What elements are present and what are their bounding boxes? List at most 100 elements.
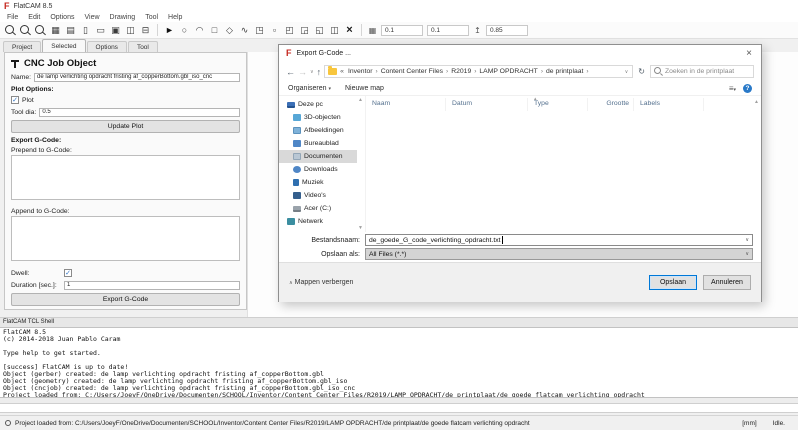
- menu-item[interactable]: Edit: [23, 14, 45, 21]
- filename-dropdown-icon[interactable]: ∨: [745, 237, 749, 243]
- save-project-icon[interactable]: ▣: [108, 24, 123, 37]
- scroll-up-icon[interactable]: ▲: [358, 97, 363, 103]
- delete-icon[interactable]: ×: [342, 24, 357, 37]
- chevron-right-icon[interactable]: ›: [585, 68, 589, 75]
- tree-item[interactable]: Muziek: [279, 176, 357, 189]
- filename-input[interactable]: de_goede_G_code_verlichting_opdracht.txt…: [365, 234, 753, 246]
- saveas-select[interactable]: All Files (*.*) ∨: [365, 248, 753, 260]
- zoom-level-input[interactable]: 0.85: [486, 25, 528, 36]
- breadcrumb-item[interactable]: LAMP OPDRACHT: [477, 68, 539, 75]
- draw-toolbar: ►○◠□◇∿◳▫◰◲◱◫×: [162, 24, 357, 37]
- column-header[interactable]: Datum: [446, 98, 528, 111]
- address-dropdown-icon[interactable]: ∨: [625, 69, 630, 75]
- scroll-down-icon[interactable]: ▼: [358, 225, 363, 231]
- recent-locations-icon[interactable]: ∨: [310, 67, 314, 77]
- join-tool-icon[interactable]: ◫: [327, 24, 342, 37]
- name-input[interactable]: [34, 73, 240, 82]
- search-input[interactable]: [665, 68, 754, 75]
- zoom-fit-icon[interactable]: [3, 24, 18, 37]
- tab-project[interactable]: Project: [3, 41, 41, 52]
- union-tool-icon[interactable]: ◰: [282, 24, 297, 37]
- subtract-tool-icon[interactable]: ◲: [297, 24, 312, 37]
- tree-item[interactable]: Bureaublad: [279, 137, 357, 150]
- grid-x-input[interactable]: 0.1: [381, 25, 423, 36]
- menu-item[interactable]: Tool: [140, 14, 163, 21]
- tool-dia-input[interactable]: [39, 108, 240, 117]
- breadcrumb-item[interactable]: Content Center Files: [379, 68, 445, 75]
- tree-item[interactable]: Acer (C:): [279, 202, 357, 215]
- shell-command-input[interactable]: [0, 403, 798, 413]
- tree-item[interactable]: Deze pc: [279, 98, 357, 111]
- replot-icon[interactable]: ▦: [48, 24, 63, 37]
- copy-object-icon[interactable]: ◳: [252, 24, 267, 37]
- save-as-icon[interactable]: ◫: [123, 24, 138, 37]
- column-header[interactable]: Type: [528, 98, 588, 111]
- new-folder-button[interactable]: Nieuwe map: [345, 85, 384, 92]
- help-icon[interactable]: ?: [743, 84, 752, 93]
- menu-item[interactable]: View: [79, 14, 104, 21]
- cancel-button[interactable]: Annuleren: [703, 275, 751, 290]
- refresh-icon[interactable]: ↻: [636, 67, 647, 76]
- address-bar[interactable]: « Inventor›Content Center Files›R2019›LA…: [324, 65, 633, 78]
- grid-y-input[interactable]: 0.1: [427, 25, 469, 36]
- list-scroll-up-icon[interactable]: ▲: [754, 99, 759, 105]
- clear-plot-icon[interactable]: ▤: [63, 24, 78, 37]
- tab-selected[interactable]: Selected: [42, 39, 85, 52]
- breadcrumb-overflow-icon[interactable]: «: [340, 68, 344, 75]
- saveas-dropdown-icon[interactable]: ∨: [745, 251, 749, 257]
- menu-item[interactable]: Drawing: [105, 14, 141, 21]
- tree-item[interactable]: Afbeeldingen: [279, 124, 357, 137]
- up-icon[interactable]: ↑: [317, 67, 322, 77]
- tree-item[interactable]: Documenten: [279, 150, 357, 163]
- duration-input[interactable]: [64, 281, 240, 290]
- rectangle-tool-icon[interactable]: □: [207, 24, 222, 37]
- dwell-checkbox[interactable]: ✓: [64, 269, 72, 277]
- plot-checkbox[interactable]: ✓: [11, 96, 19, 104]
- forward-icon[interactable]: →: [298, 67, 307, 77]
- prepend-textarea[interactable]: [11, 155, 240, 200]
- cut-tool-icon[interactable]: ◱: [312, 24, 327, 37]
- buffer-tool-icon[interactable]: ▫: [267, 24, 282, 37]
- zoom-level-icon[interactable]: ↥: [471, 24, 484, 36]
- dialog-logo-icon: F: [286, 49, 292, 58]
- tab-tool[interactable]: Tool: [128, 41, 158, 52]
- circle-tool-icon[interactable]: ○: [177, 24, 192, 37]
- tree-item[interactable]: 3D-objecten: [279, 111, 357, 124]
- shell-console[interactable]: FlatCAM 8.5(c) 2014-2018 Juan Pablo Cara…: [0, 327, 798, 398]
- open-project-icon[interactable]: ▭: [93, 24, 108, 37]
- breadcrumb-item[interactable]: Inventor: [346, 68, 375, 75]
- zoom-in-icon[interactable]: [33, 24, 48, 37]
- update-plot-button[interactable]: Update Plot: [11, 120, 240, 133]
- save-button[interactable]: Opslaan: [649, 275, 697, 290]
- tree-scrollbar[interactable]: ▲ ▼: [357, 96, 365, 232]
- zoom-out-icon[interactable]: [18, 24, 33, 37]
- tree-item[interactable]: Video's: [279, 189, 357, 202]
- menu-item[interactable]: Options: [45, 14, 79, 21]
- menu-item[interactable]: Help: [163, 14, 187, 21]
- breadcrumb-item[interactable]: de printplaat: [544, 68, 585, 75]
- shell-icon[interactable]: ⊟: [138, 24, 153, 37]
- polygon-tool-icon[interactable]: ◇: [222, 24, 237, 37]
- column-header[interactable]: Naam: [366, 98, 446, 111]
- search-box[interactable]: [650, 65, 754, 78]
- view-options-button[interactable]: ≡▾: [729, 84, 736, 93]
- path-tool-icon[interactable]: ∿: [237, 24, 252, 37]
- breadcrumb-item[interactable]: R2019: [449, 68, 473, 75]
- new-project-icon[interactable]: ▯: [78, 24, 93, 37]
- column-header[interactable]: Grootte: [588, 98, 634, 111]
- hide-folders-button[interactable]: ∧ Mappen verbergen: [289, 279, 353, 286]
- grid-snap-icon[interactable]: ▦: [366, 24, 379, 36]
- arc-tool-icon[interactable]: ◠: [192, 24, 207, 37]
- menu-item[interactable]: File: [2, 14, 23, 21]
- tree-item[interactable]: Downloads: [279, 163, 357, 176]
- tree-item[interactable]: Netwerk: [279, 215, 357, 228]
- export-gcode-button[interactable]: Export G-Code: [11, 293, 240, 306]
- organize-menu[interactable]: Organiseren ▾: [288, 85, 331, 92]
- column-header[interactable]: Labels: [634, 98, 704, 111]
- file-list[interactable]: NaamDatumTypeGrootteLabels ▴ ▲: [365, 96, 761, 232]
- pointer-tool-icon[interactable]: ►: [162, 24, 177, 37]
- tab-options[interactable]: Options: [87, 41, 127, 52]
- close-icon[interactable]: ×: [744, 49, 754, 59]
- append-textarea[interactable]: [11, 216, 240, 261]
- back-icon[interactable]: ←: [286, 67, 295, 77]
